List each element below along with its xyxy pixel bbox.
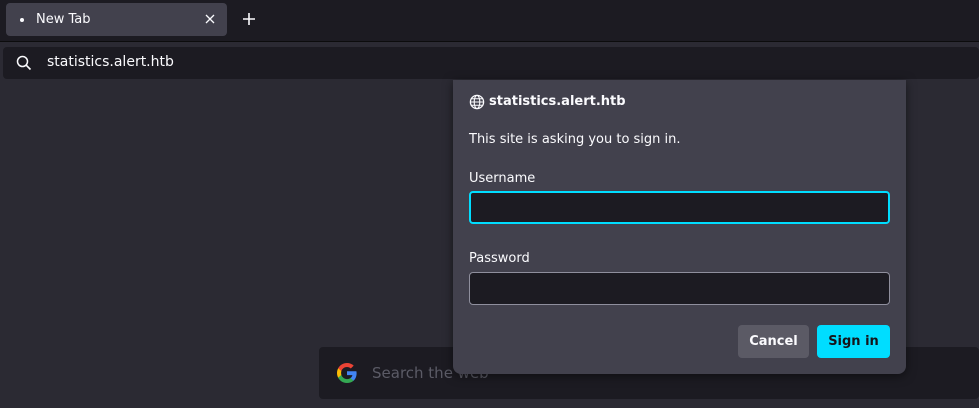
tab-close-icon[interactable]: [201, 10, 219, 28]
tab-new-tab[interactable]: New Tab: [6, 3, 227, 36]
nav-bar: statistics.alert.htb: [0, 41, 979, 83]
sign-in-button[interactable]: Sign in: [817, 325, 890, 358]
sign-in-dialog: statistics.alert.htb This site is asking…: [453, 80, 906, 374]
tab-bar: New Tab: [0, 0, 979, 41]
cancel-button[interactable]: Cancel: [738, 325, 809, 358]
tab-favicon-dot-icon: [20, 18, 24, 22]
google-logo-icon: [335, 361, 359, 385]
password-input[interactable]: [469, 272, 890, 305]
dialog-message: This site is asking you to sign in.: [469, 132, 681, 147]
username-input[interactable]: [469, 191, 890, 224]
globe-icon: [469, 94, 485, 110]
search-icon: [16, 55, 32, 71]
url-text[interactable]: statistics.alert.htb: [47, 54, 174, 70]
dialog-host: statistics.alert.htb: [489, 94, 626, 109]
username-label: Username: [469, 171, 536, 186]
password-label: Password: [469, 251, 530, 266]
new-tab-plus-icon[interactable]: [236, 6, 262, 32]
url-bar[interactable]: statistics.alert.htb: [3, 47, 979, 79]
tab-title: New Tab: [36, 12, 91, 27]
